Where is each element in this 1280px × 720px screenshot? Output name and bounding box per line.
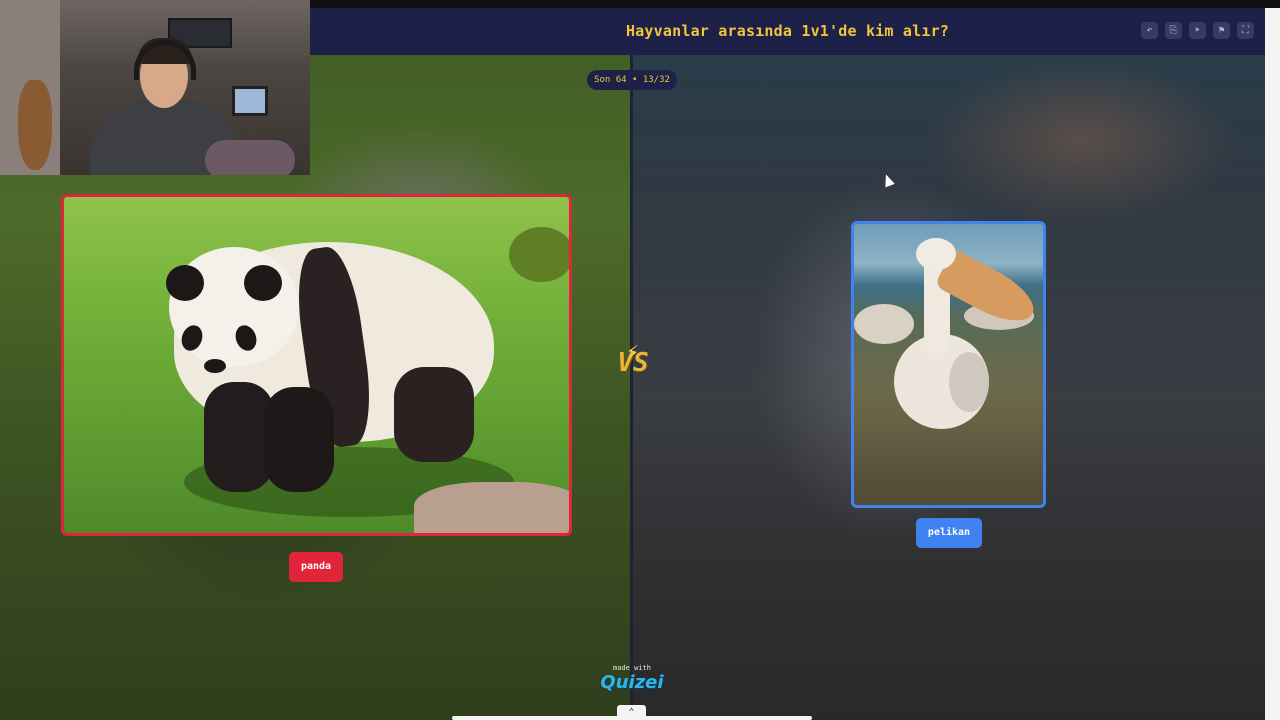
share-icon[interactable]: ⎘	[1165, 22, 1182, 39]
toolbar: ↶ ⎘ ➤ ⚑ ⛶	[1141, 22, 1254, 39]
fullscreen-icon[interactable]: ⛶	[1237, 22, 1254, 39]
top-strip	[310, 0, 1280, 8]
send-icon[interactable]: ➤	[1189, 22, 1206, 39]
webcam-overlay	[0, 0, 310, 175]
center-divider	[630, 55, 633, 720]
made-with-text: made with	[613, 664, 651, 672]
choice-label-panda[interactable]: panda	[289, 552, 343, 582]
flag-icon[interactable]: ⚑	[1213, 22, 1230, 39]
undo-icon[interactable]: ↶	[1141, 22, 1158, 39]
lightning-bolt-icon: ⚡	[626, 340, 640, 365]
round-indicator: Son 64 • 13/32	[587, 70, 677, 90]
choice-card-panda[interactable]	[61, 194, 572, 536]
page-title: Hayvanlar arasında 1v1'de kim alır?	[625, 22, 950, 40]
header-bar: Hayvanlar arasında 1v1'de kim alır? ↶ ⎘ …	[310, 8, 1265, 55]
chevron-up-icon[interactable]: ⌃	[617, 705, 646, 720]
choice-card-pelikan[interactable]	[851, 221, 1046, 508]
window-edge	[1265, 0, 1280, 720]
choice-label-pelikan[interactable]: pelikan	[916, 518, 982, 548]
quizei-logo[interactable]: Quizei	[598, 672, 666, 693]
